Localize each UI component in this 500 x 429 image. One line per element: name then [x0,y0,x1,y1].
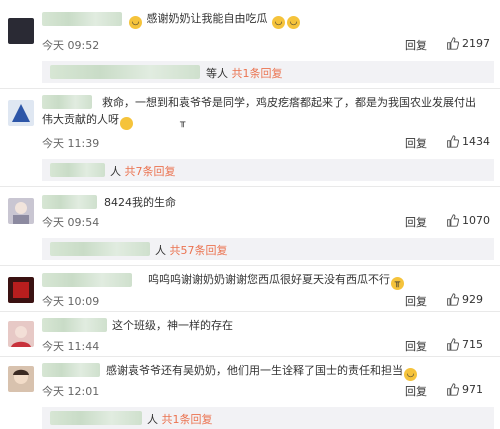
divider [0,88,500,89]
crying-face-icon: ╥ [120,117,185,130]
thumbs-up-icon [447,135,459,148]
comment-time: 今天 10:09 [42,295,100,308]
thumbs-up-icon [447,338,459,351]
subreply-link[interactable]: 共1条回复 [232,67,283,80]
username-blurred[interactable] [42,12,122,26]
reply-button[interactable]: 回复 [405,293,427,309]
comment-text: 呜呜呜谢谢奶奶谢谢您西瓜很好夏天没有西瓜不行 [148,273,390,286]
subreply-names-blurred [50,65,200,79]
thumbs-up-icon [447,293,459,306]
subreply-bar: 等人 共1条回复 [42,61,494,83]
like-count: 971 [462,383,483,396]
username-blurred[interactable] [42,363,100,377]
reply-button[interactable]: 回复 [405,37,427,53]
comment-text: 救命，一想到和袁爷爷是同学，鸡皮疙瘩都起来了，都是为我国农业发展付出伟大贡献的人… [42,96,476,126]
like-count: 2197 [462,37,490,50]
avatar-portrait-icon [11,326,31,347]
like-button[interactable]: 715 [446,338,483,351]
subreply-suffix: 人 [155,244,166,257]
thumbs-up-icon [447,37,459,50]
reply-button[interactable]: 回复 [405,338,427,354]
laughing-face-icon: ◡ [129,16,142,29]
like-button[interactable]: 971 [446,383,483,396]
subreply-link[interactable]: 共57条回复 [170,244,228,257]
divider [0,186,500,187]
avatar[interactable] [8,321,34,347]
avatar-portrait-icon [13,202,29,224]
username-blurred[interactable] [42,318,107,332]
subreply-link[interactable]: 共1条回复 [162,413,213,426]
laughing-face-icon: ◡ [287,16,300,29]
like-count: 715 [462,338,483,351]
comment-text: 这个班级，神一样的存在 [112,319,233,332]
divider [0,311,500,312]
like-button[interactable]: 1070 [446,214,490,227]
reply-button[interactable]: 回复 [405,135,427,151]
thumbs-up-icon [447,383,459,396]
divider [0,356,500,357]
avatar-figure-icon [12,104,30,122]
subreply-suffix: 人 [110,165,121,178]
subreply-names-blurred [50,411,142,425]
subreply-bar: 人 共7条回复 [42,159,494,181]
comment-text: 感谢奶奶让我能自由吃瓜 [146,12,268,25]
crying-face-icon: ╥ [391,277,404,290]
username-blurred[interactable] [42,195,97,209]
avatar[interactable] [8,18,34,44]
like-count: 1070 [462,214,490,227]
comment-text: 感谢袁爷爷还有吴奶奶，他们用一生诠释了国士的责任和担当 [106,364,403,377]
like-count: 1434 [462,135,490,148]
like-button[interactable]: 1434 [446,135,490,148]
subreply-suffix: 人 [147,413,158,426]
comment-time: 今天 12:01 [42,385,100,398]
comment-time: 今天 11:39 [42,137,100,150]
subreply-suffix: 等人 [206,67,228,80]
avatar[interactable] [8,366,34,392]
avatar-image-icon [13,282,29,298]
comment-time: 今天 09:52 [42,39,100,52]
avatar[interactable] [8,277,34,303]
like-button[interactable]: 2197 [446,37,490,50]
like-count: 929 [462,293,483,306]
divider [0,265,500,266]
comment-time: 今天 11:44 [42,340,100,353]
like-button[interactable]: 929 [446,293,483,306]
laughing-face-icon: ◡ [272,16,285,29]
subreply-names-blurred [50,242,150,256]
thumbs-up-icon [447,214,459,227]
comment-text: 8424我的生命 [104,196,176,209]
subreply-link[interactable]: 共7条回复 [125,165,176,178]
username-blurred[interactable] [42,273,132,287]
comment-time: 今天 09:54 [42,216,100,229]
reply-button[interactable]: 回复 [405,383,427,399]
avatar-portrait-icon [13,369,29,384]
subreply-bar: 人 共1条回复 [42,407,494,429]
subreply-bar: 人 共57条回复 [42,238,494,260]
avatar[interactable] [8,198,34,224]
laughing-face-icon: ◡ [404,368,417,381]
reply-button[interactable]: 回复 [405,214,427,230]
subreply-names-blurred [50,163,105,177]
avatar[interactable] [8,100,34,126]
